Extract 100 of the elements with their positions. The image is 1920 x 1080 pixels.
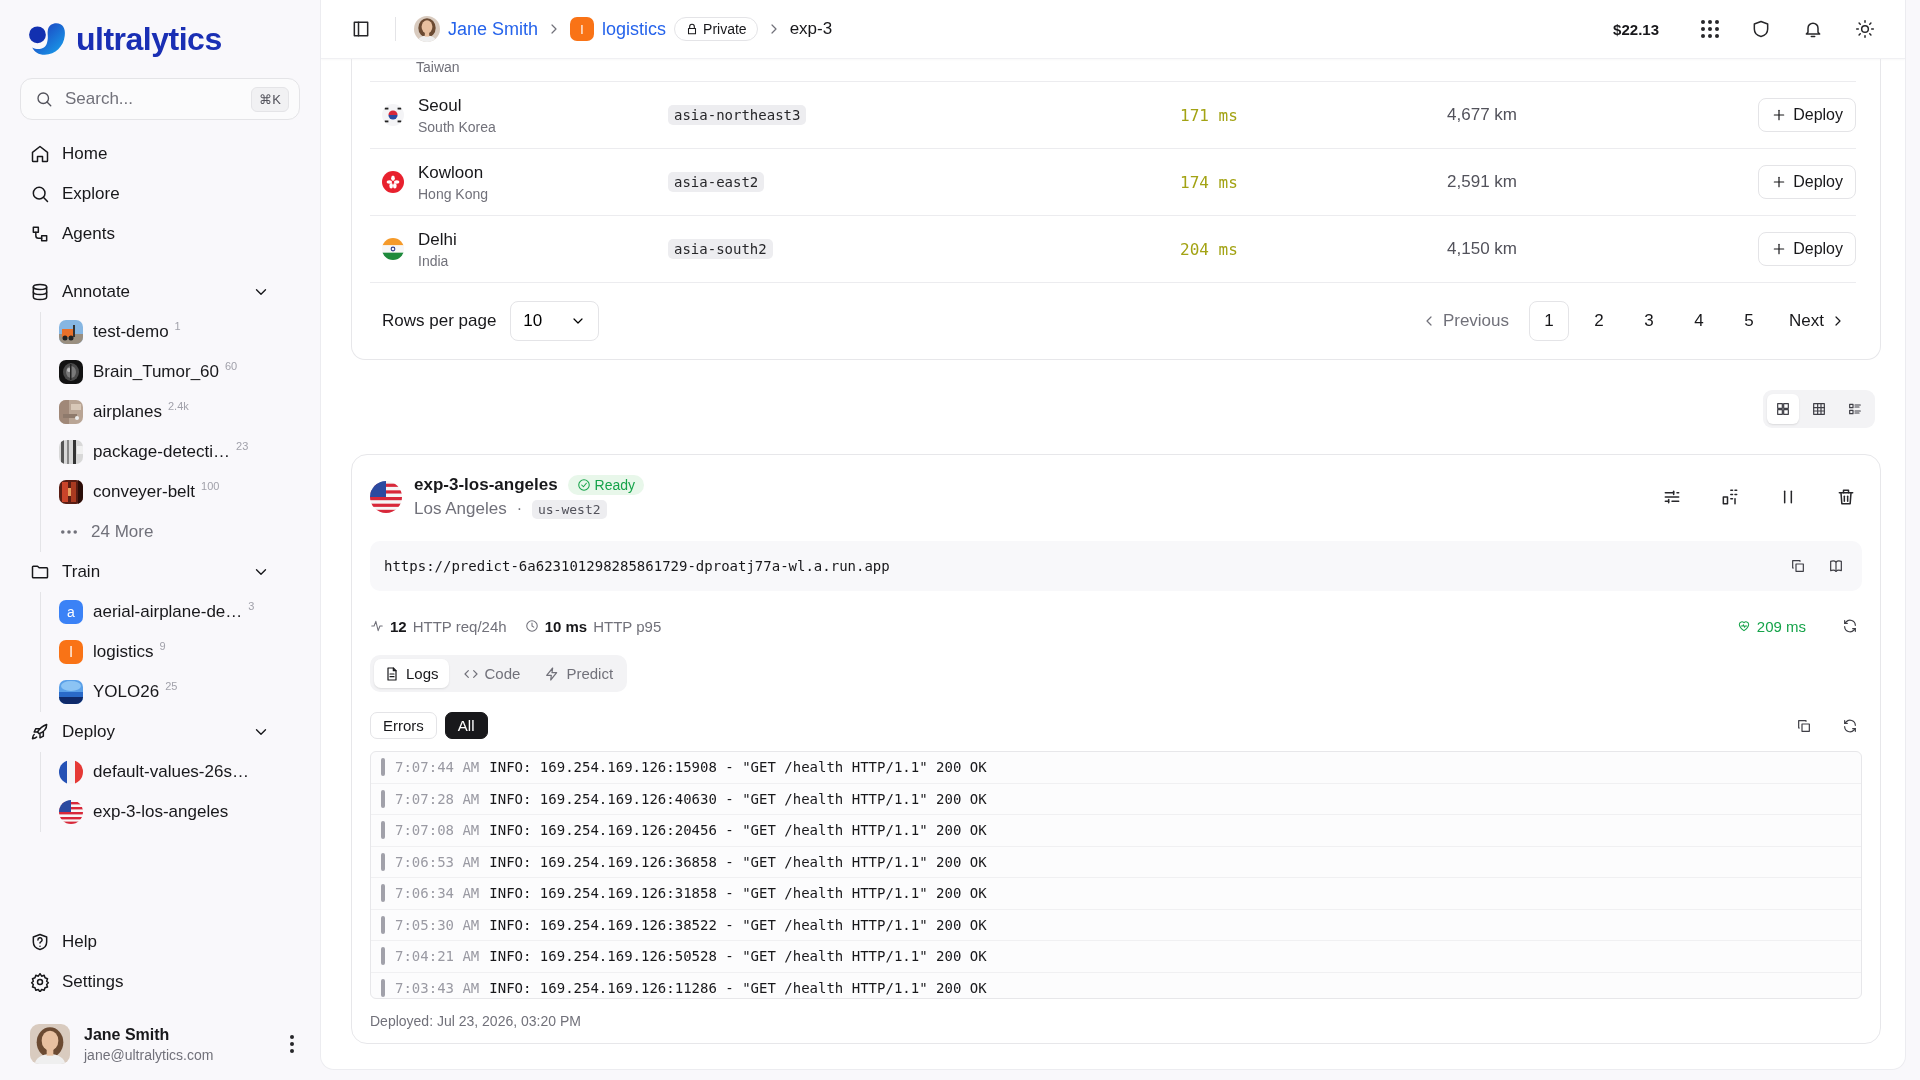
nav-item[interactable]: Help bbox=[20, 922, 300, 962]
logo-text: ultralytics bbox=[76, 20, 222, 58]
section-header[interactable]: Deploy bbox=[20, 712, 300, 752]
search-input[interactable]: Search... bbox=[63, 88, 242, 110]
book-icon bbox=[1828, 558, 1844, 574]
log-message: INFO: 169.254.169.126:15908 - "GET /health HTTP/1.1" 200 OK bbox=[489, 759, 987, 776]
nav-item[interactable]: Explore bbox=[20, 174, 300, 214]
item-label: package-detecti… bbox=[93, 442, 231, 462]
user-name: Jane Smith bbox=[84, 1025, 171, 1044]
tab[interactable]: Logs bbox=[374, 659, 449, 688]
sidebar-item[interactable]: YOLO26 $^{25}$ bbox=[59, 672, 300, 712]
breadcrumb-link[interactable]: logistics bbox=[602, 18, 667, 40]
page-button[interactable]: 5 bbox=[1729, 301, 1770, 341]
list-icon bbox=[1847, 401, 1863, 417]
ellipsis-icon bbox=[61, 530, 77, 534]
section-header[interactable]: Train bbox=[20, 552, 300, 592]
latency-value: 204 ms bbox=[1180, 239, 1238, 259]
stat-label: HTTP req/24h bbox=[412, 617, 507, 635]
item-label: aerial-airplane-de… bbox=[93, 602, 243, 622]
more-link[interactable]: 24 More bbox=[59, 512, 300, 552]
country-name: Taiwan bbox=[416, 59, 460, 75]
refresh-icon bbox=[1842, 618, 1858, 634]
project-avatar: l bbox=[570, 17, 595, 41]
sidebar-item[interactable]: conveyer-belt $^{100}$ bbox=[59, 472, 300, 512]
rocket-icon bbox=[30, 722, 50, 742]
deploy-button[interactable]: Deploy bbox=[1758, 98, 1856, 132]
trash-icon bbox=[1836, 487, 1856, 507]
stat-label: HTTP p95 bbox=[593, 617, 662, 635]
flag-icon bbox=[59, 760, 83, 784]
sidebar-item[interactable]: default-values-26s… bbox=[59, 752, 300, 792]
page-button[interactable]: 1 bbox=[1529, 301, 1570, 341]
search-icon bbox=[35, 90, 53, 108]
item-count: 2.4k bbox=[168, 400, 189, 412]
item-count: 100 bbox=[201, 480, 220, 492]
status-badge: Ready bbox=[567, 475, 645, 495]
deployment-name: exp-3-los-angeles bbox=[414, 475, 558, 495]
nav-item[interactable]: Agents bbox=[20, 214, 300, 254]
filter-button[interactable]: All bbox=[444, 712, 488, 739]
flag-icon bbox=[59, 800, 83, 824]
item-label: default-values-26s… bbox=[93, 762, 249, 782]
item-count: 1 bbox=[174, 320, 181, 332]
deploy-button[interactable]: Deploy bbox=[1758, 165, 1856, 199]
sidebar-item[interactable]: a aerial-airplane-de… $^{3}$ bbox=[59, 592, 300, 632]
distance-value: 4,677 km bbox=[1447, 105, 1517, 124]
item-count: 25 bbox=[165, 680, 178, 692]
apps-grid-icon bbox=[1701, 20, 1719, 38]
sidebar-item[interactable]: test-demo $^{1}$ bbox=[59, 312, 300, 352]
grid-view-button[interactable] bbox=[1767, 394, 1799, 424]
item-count: 3 bbox=[248, 600, 255, 612]
filter-button[interactable]: Errors bbox=[370, 712, 437, 739]
latency-value: 174 ms bbox=[1180, 172, 1238, 192]
region-code: asia-east2 bbox=[668, 172, 765, 192]
item-label: logistics bbox=[93, 642, 154, 662]
nodes-icon bbox=[30, 224, 50, 244]
letter-avatar: l bbox=[59, 640, 83, 664]
sidebar-item[interactable]: l logistics $^{9}$ bbox=[59, 632, 300, 672]
breadcrumb-link[interactable]: Jane Smith bbox=[448, 18, 539, 40]
page-button[interactable]: 4 bbox=[1679, 301, 1720, 341]
log-message: INFO: 169.254.169.126:40630 - "GET /health HTTP/1.1" 200 OK bbox=[489, 790, 987, 807]
copy-icon bbox=[1796, 717, 1812, 734]
tab[interactable]: Predict bbox=[534, 659, 624, 688]
deployed-date: Deployed: Jul 23, 2026, 03:20 PM bbox=[370, 1013, 582, 1029]
section-header[interactable]: Annotate bbox=[20, 272, 300, 312]
item-count: 23 bbox=[236, 440, 249, 452]
log-time: 7:06:53 AM bbox=[395, 853, 480, 870]
nav-item[interactable]: Home bbox=[20, 134, 300, 174]
next-button[interactable]: Next bbox=[1779, 311, 1856, 331]
previous-button[interactable]: Previous bbox=[1410, 311, 1520, 331]
sidebar-item[interactable]: exp-3-los-angeles bbox=[59, 792, 300, 832]
scan-icon bbox=[1720, 487, 1740, 507]
country-name: India bbox=[418, 252, 450, 269]
shield-icon bbox=[1751, 19, 1771, 39]
log-time: 7:04:21 AM bbox=[395, 948, 480, 965]
item-count: 60 bbox=[225, 360, 238, 372]
sidebar-item[interactable]: package-detecti… $^{23}$ bbox=[59, 432, 300, 472]
item-count: 9 bbox=[159, 640, 166, 652]
flag-icon bbox=[370, 481, 402, 513]
tab[interactable]: Code bbox=[452, 659, 531, 688]
item-label: test-demo bbox=[93, 322, 169, 342]
log-time: 7:03:43 AM bbox=[395, 979, 480, 996]
endpoint-url: https://predict-6a623101298285861729-dproatj77a-wl.a.run.app bbox=[384, 558, 890, 574]
sidebar-item[interactable]: airplanes $^{2.4k}$ bbox=[59, 392, 300, 432]
sidebar-item[interactable]: Brain_Tumor_60 $^{60}$ bbox=[59, 352, 300, 392]
deploy-button[interactable]: Deploy bbox=[1758, 232, 1856, 266]
log-time: 7:07:08 AM bbox=[395, 822, 480, 839]
log-time: 7:05:30 AM bbox=[395, 916, 480, 933]
nav-item[interactable]: Settings bbox=[20, 962, 300, 1002]
page-button[interactable]: 3 bbox=[1629, 301, 1670, 341]
home-icon bbox=[30, 144, 50, 164]
log-time: 7:06:34 AM bbox=[395, 885, 480, 902]
stat-value: 10 ms bbox=[544, 617, 588, 635]
search-field[interactable]: Search... ⌘K bbox=[20, 78, 300, 120]
log-message: INFO: 169.254.169.126:31858 - "GET /health HTTP/1.1" 200 OK bbox=[489, 885, 987, 902]
page-button[interactable]: 2 bbox=[1579, 301, 1620, 341]
rows-per-page-select[interactable]: 10 bbox=[510, 301, 600, 341]
letter-avatar: a bbox=[59, 600, 83, 624]
copy-icon bbox=[1790, 558, 1806, 574]
log-time: 7:07:44 AM bbox=[395, 759, 480, 776]
flag-icon bbox=[382, 238, 404, 260]
item-label: exp-3-los-angeles bbox=[93, 802, 229, 822]
